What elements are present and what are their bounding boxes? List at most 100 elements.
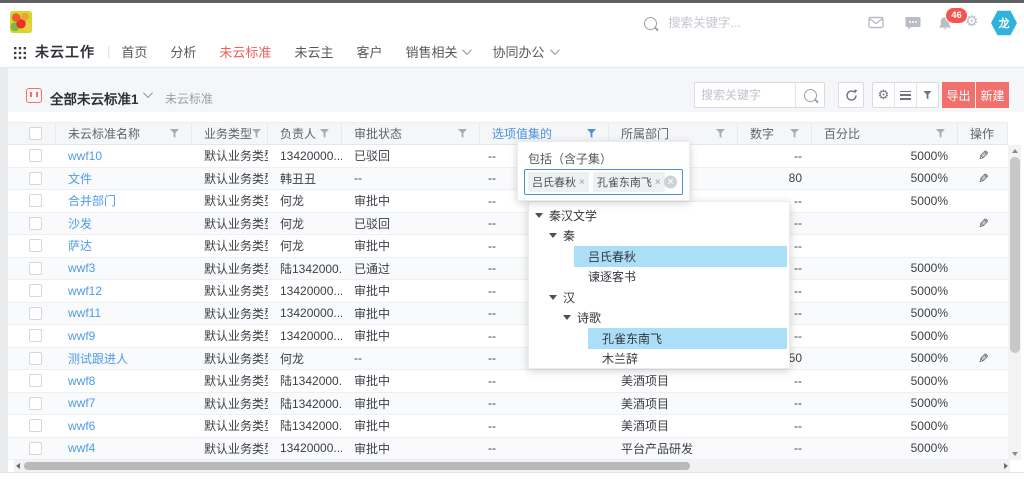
remove-tag-icon[interactable]: × <box>655 177 661 188</box>
record-link[interactable]: 沙发 <box>68 215 92 232</box>
filter-tag-input[interactable]: 吕氏春秋×孔雀东南飞× ✕ <box>524 169 683 195</box>
horizontal-scroll-thumb[interactable] <box>24 462 690 470</box>
record-link[interactable]: wwf4 <box>68 441 95 455</box>
mail-icon[interactable] <box>868 16 884 29</box>
tree-item[interactable]: 孔雀东南飞 <box>529 328 789 349</box>
nav-item-1[interactable]: 首页 <box>121 42 147 61</box>
chat-icon[interactable] <box>905 16 921 29</box>
row-checkbox[interactable] <box>29 284 42 297</box>
column-header-1[interactable]: 未云标准名称 <box>56 123 192 144</box>
edit-icon[interactable]: ✎ <box>978 217 989 230</box>
tree-item[interactable]: 秦汉文学 <box>529 205 789 226</box>
table-row[interactable]: wwf11默认业务类型13420000...审批中----5000% <box>8 303 1008 326</box>
nav-item-3[interactable]: 未云标准 <box>219 42 271 61</box>
global-search-input[interactable] <box>666 15 830 31</box>
table-row[interactable]: 测试跟进人默认业务类型何龙----培训项目组505000%✎ <box>8 348 1008 371</box>
record-link[interactable]: 文件 <box>68 170 92 187</box>
record-link[interactable]: wwf11 <box>68 306 101 320</box>
filter-icon[interactable] <box>936 129 945 138</box>
row-checkbox[interactable] <box>29 239 42 252</box>
column-header-7[interactable]: 数字 <box>738 123 812 144</box>
row-checkbox[interactable] <box>29 149 42 162</box>
avatar[interactable]: 龙 <box>991 10 1017 36</box>
table-row[interactable]: wwf12默认业务类型13420000...审批中----5000% <box>8 280 1008 303</box>
record-link[interactable]: wwf10 <box>68 149 102 163</box>
table-row[interactable]: 萨达默认业务类型何龙审批中---- <box>8 235 1008 258</box>
chevron-expanded-icon[interactable] <box>535 213 543 218</box>
row-checkbox[interactable] <box>29 262 42 275</box>
nav-item-7[interactable]: 协同办公 <box>492 42 556 61</box>
create-button[interactable]: 新建 <box>976 82 1009 108</box>
record-link[interactable]: 测试跟进人 <box>68 350 128 367</box>
scope-title[interactable]: 全部未云标准1 <box>50 88 139 108</box>
table-row[interactable]: wwf8默认业务类型陆1342000...审批中--美酒项目--5000% <box>8 370 1008 393</box>
row-checkbox[interactable] <box>29 217 42 230</box>
row-checkbox[interactable] <box>29 374 42 387</box>
app-grid-icon[interactable] <box>14 46 26 58</box>
vertical-scroll-thumb[interactable] <box>1010 157 1020 353</box>
tree-leaf[interactable]: 木兰辞 <box>588 349 787 370</box>
record-link[interactable]: wwf12 <box>68 284 102 298</box>
chevron-expanded-icon[interactable] <box>563 315 571 320</box>
column-header-9[interactable]: 操作 <box>958 123 1008 144</box>
record-link[interactable]: wwf3 <box>68 261 95 275</box>
table-row[interactable]: wwf10默认业务类型13420000...已驳回----5000%✎ <box>8 145 1008 168</box>
table-row[interactable]: wwf3默认业务类型陆1342000...已通过----5000% <box>8 258 1008 281</box>
record-link[interactable]: wwf7 <box>68 396 95 410</box>
table-row[interactable]: 文件默认业务类型韩丑丑----805000%✎ <box>8 168 1008 191</box>
row-checkbox[interactable] <box>29 329 42 342</box>
search-icon[interactable] <box>795 83 824 107</box>
table-row[interactable]: 合并部门默认业务类型何龙审批中----5000% <box>8 190 1008 213</box>
scroll-up-icon[interactable] <box>1012 149 1018 153</box>
remove-tag-icon[interactable]: × <box>579 177 585 188</box>
scroll-right-icon[interactable] <box>1004 463 1008 469</box>
row-checkbox[interactable] <box>29 419 42 432</box>
refresh-button[interactable] <box>838 82 864 108</box>
record-link[interactable]: wwf9 <box>68 329 95 343</box>
vertical-scrollbar[interactable] <box>1008 145 1021 460</box>
row-checkbox[interactable] <box>29 307 42 320</box>
table-row[interactable]: wwf7默认业务类型陆1342000...审批中--美酒项目--5000% <box>8 393 1008 416</box>
tree-item[interactable]: 秦 <box>529 226 789 247</box>
nav-item-6[interactable]: 销售相关 <box>405 42 469 61</box>
settings-button[interactable]: ⚙ <box>873 83 894 107</box>
tree-item[interactable]: 谏逐客书 <box>529 267 789 288</box>
select-all-checkbox[interactable] <box>29 127 42 140</box>
horizontal-scrollbar[interactable] <box>14 460 1010 472</box>
tree-leaf-selected[interactable]: 吕氏春秋 <box>574 246 787 267</box>
record-link[interactable]: wwf6 <box>68 419 95 433</box>
scroll-left-icon[interactable] <box>16 463 20 469</box>
global-search[interactable] <box>644 13 864 33</box>
column-header-4[interactable]: 审批状态 <box>342 123 480 144</box>
filter-icon[interactable] <box>716 129 725 138</box>
record-link[interactable]: 萨达 <box>68 237 92 254</box>
tree-item[interactable]: 诗歌 <box>529 308 789 329</box>
edit-icon[interactable]: ✎ <box>978 149 989 162</box>
nav-item-2[interactable]: 分析 <box>170 42 196 61</box>
filter-icon[interactable] <box>587 129 596 138</box>
tree-leaf-selected[interactable]: 孔雀东南飞 <box>588 328 787 349</box>
chevron-expanded-icon[interactable] <box>549 233 557 238</box>
row-checkbox[interactable] <box>29 194 42 207</box>
column-header-8[interactable]: 百分比 <box>812 123 958 144</box>
record-link[interactable]: wwf8 <box>68 374 95 388</box>
record-link[interactable]: 合并部门 <box>68 192 116 209</box>
filter-icon[interactable] <box>320 129 329 138</box>
filter-button[interactable] <box>916 83 938 107</box>
filter-icon[interactable] <box>458 129 467 138</box>
filter-icon[interactable] <box>252 129 261 138</box>
table-row[interactable]: wwf4默认业务类型13420000...审批中--平台产品研发--5000% <box>8 438 1008 461</box>
filter-icon[interactable] <box>170 129 179 138</box>
nav-item-5[interactable]: 客户 <box>356 42 382 61</box>
tree-item[interactable]: 木兰辞 <box>529 349 789 370</box>
row-checkbox[interactable] <box>29 352 42 365</box>
clear-input-icon[interactable]: ✕ <box>664 176 677 189</box>
row-checkbox[interactable] <box>29 172 42 185</box>
column-header-3[interactable]: 负责人 <box>268 123 342 144</box>
nav-item-4[interactable]: 未云主 <box>294 42 333 61</box>
list-search-input[interactable] <box>695 88 795 102</box>
table-row[interactable]: 沙发默认业务类型何龙已驳回----✎ <box>8 213 1008 236</box>
scroll-down-icon[interactable] <box>1012 452 1018 456</box>
row-checkbox[interactable] <box>29 397 42 410</box>
table-row[interactable]: wwf9默认业务类型13420000...审批中----5000% <box>8 325 1008 348</box>
